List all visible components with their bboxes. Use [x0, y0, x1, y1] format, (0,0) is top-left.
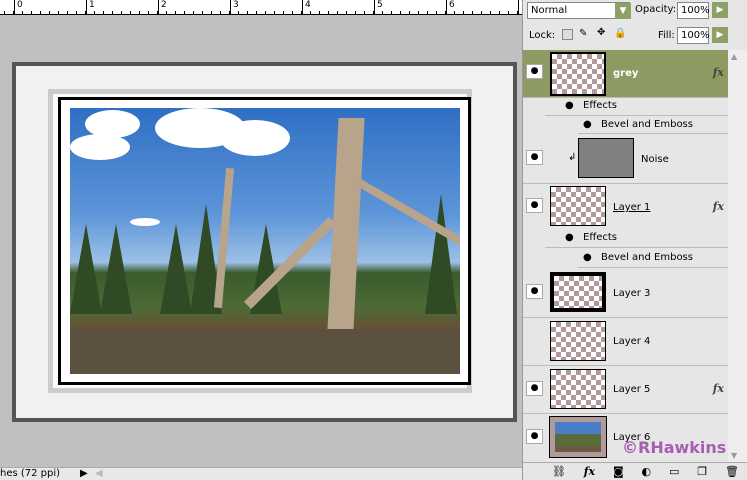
eye-icon[interactable]: ●	[583, 252, 592, 263]
eye-icon[interactable]: ●	[565, 100, 574, 111]
status-menu-arrow[interactable]: ▶	[80, 468, 88, 480]
fill-input[interactable]: 100%	[677, 27, 710, 44]
clipping-mask-icon: ↲	[568, 152, 577, 163]
add-style-icon[interactable]: fx	[584, 465, 595, 478]
ruler-tick: 6	[446, 0, 455, 15]
new-layer-icon[interactable]: ❐	[697, 465, 707, 478]
new-group-icon[interactable]: ▭	[669, 465, 679, 478]
eye-icon[interactable]: ●	[526, 381, 543, 396]
layer-thumbnail	[549, 416, 607, 458]
horizontal-ruler: 0 1 2 3 4 5 6 7	[0, 0, 527, 15]
layer-thumbnail	[550, 321, 606, 361]
opacity-input[interactable]: 100%	[677, 2, 710, 19]
lock-brush-icon[interactable]: ✎	[579, 28, 587, 39]
fx-icon[interactable]: fx	[713, 382, 724, 395]
effect-label: Bevel and Emboss	[601, 252, 693, 263]
add-mask-icon[interactable]: ◙	[613, 465, 624, 478]
blend-mode-value: Normal	[531, 5, 568, 16]
layer-thumbnail	[550, 272, 606, 312]
layer-row-grey[interactable]: ● grey fx	[523, 50, 728, 98]
ruler-tick: 2	[158, 0, 167, 15]
layer-name: Noise	[641, 154, 669, 165]
eye-icon[interactable]: ●	[565, 232, 574, 243]
ruler-tick: 1	[86, 0, 95, 15]
effect-row[interactable]: ● Bevel and Emboss	[578, 116, 728, 134]
layer-row-layer-3[interactable]: ● Layer 3	[523, 268, 728, 318]
layer-name: Layer 3	[613, 288, 651, 299]
ruler-tick: 3	[230, 0, 239, 15]
layers-scrollbar[interactable]: ▲ ▼	[728, 50, 747, 462]
layers-toolbar: ⛓ fx ◙ ◐ ▭ ❐ 🗑	[523, 462, 747, 480]
layer-row-layer-4[interactable]: Layer 4	[523, 318, 728, 366]
lock-move-icon[interactable]: ✥	[597, 27, 605, 38]
layer-row-layer-5[interactable]: ● Layer 5 fx	[523, 366, 728, 414]
layer-row-layer-1[interactable]: ● Layer 1 fx	[523, 184, 728, 230]
watermark: ©RHawkins	[622, 438, 727, 457]
scroll-down-icon[interactable]: ▼	[731, 451, 737, 460]
opacity-label: Opacity:	[635, 4, 677, 15]
fill-label: Fill:	[658, 30, 675, 41]
opacity-slider-button[interactable]: ▶	[712, 2, 728, 18]
layers-panel: Normal ▼ Opacity: 100% ▶ Lock: ✎ ✥ 🔒 Fil…	[522, 0, 747, 480]
eye-icon[interactable]: ●	[526, 64, 543, 79]
scroll-left-button[interactable]: ◀	[95, 468, 103, 480]
effect-row[interactable]: ● Bevel and Emboss	[578, 248, 728, 268]
layer-thumbnail	[550, 369, 606, 409]
tree-photo	[70, 108, 460, 374]
adjustment-layer-icon[interactable]: ◐	[642, 465, 652, 478]
layer-name: grey	[613, 68, 639, 79]
fill-slider-button[interactable]: ▶	[712, 27, 728, 43]
ruler-tick: 5	[374, 0, 383, 15]
ruler-tick: 0	[14, 0, 23, 15]
layer-name: Layer 4	[613, 336, 651, 347]
fx-icon[interactable]: fx	[713, 200, 724, 213]
document-info: hes (72 ppi)	[0, 468, 61, 479]
lock-transparency-icon[interactable]	[562, 29, 573, 40]
lock-label: Lock:	[529, 30, 556, 41]
eye-icon[interactable]: ●	[526, 429, 543, 444]
effect-label: Bevel and Emboss	[601, 119, 693, 130]
effects-label: Effects	[583, 232, 617, 243]
eye-icon[interactable]: ●	[583, 119, 592, 130]
eye-icon[interactable]: ●	[526, 198, 543, 213]
link-layers-icon[interactable]: ⛓	[552, 465, 566, 478]
layer-thumbnail	[550, 52, 606, 96]
effects-label: Effects	[583, 100, 617, 111]
ruler-tick: 4	[302, 0, 311, 15]
chevron-down-icon[interactable]: ▼	[615, 3, 631, 19]
layer-name: Layer 5	[613, 384, 651, 395]
trash-icon[interactable]: 🗑	[725, 465, 739, 478]
scroll-up-icon[interactable]: ▲	[731, 52, 737, 61]
effects-row[interactable]: ● Effects	[545, 230, 728, 248]
layer-name: Layer 1	[613, 202, 651, 213]
layer-thumbnail	[550, 186, 606, 226]
eye-icon[interactable]: ●	[526, 284, 543, 299]
layer-row-noise[interactable]: ● ↲ Noise	[523, 134, 728, 184]
status-bar: hes (72 ppi) ▶ ◀	[0, 467, 522, 480]
layer-thumbnail	[578, 138, 634, 178]
effects-row[interactable]: ● Effects	[545, 98, 728, 116]
fx-icon[interactable]: fx	[713, 66, 724, 79]
eye-icon[interactable]: ●	[526, 150, 543, 165]
lock-all-icon[interactable]: 🔒	[614, 28, 626, 39]
